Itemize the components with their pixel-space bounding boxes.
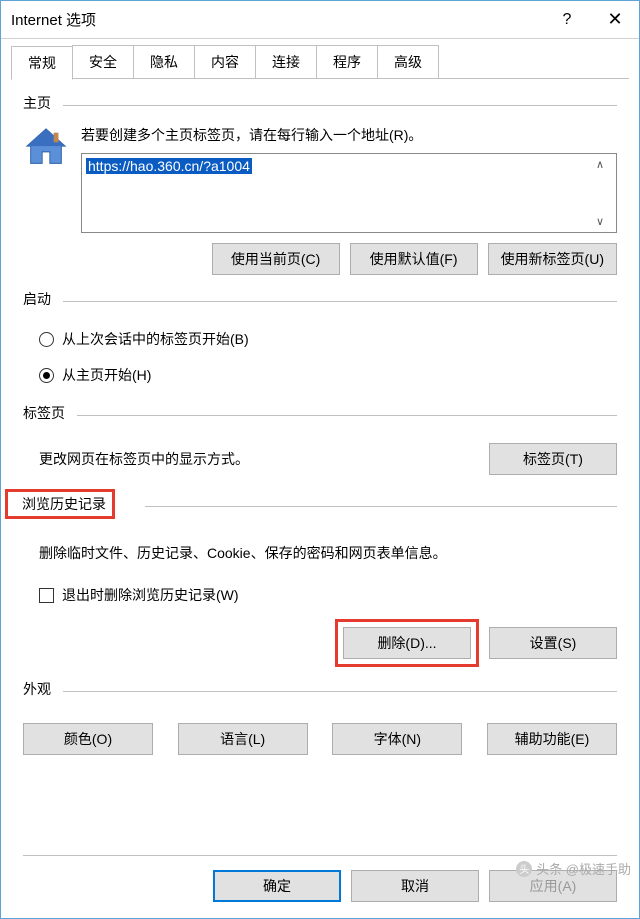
group-appearance: 外观 [23, 679, 617, 703]
delete-button[interactable]: 删除(D)... [343, 627, 471, 659]
group-tabs: 标签页 [23, 403, 617, 427]
home-icon [23, 125, 69, 171]
languages-button[interactable]: 语言(L) [178, 723, 308, 755]
delete-on-exit-checkbox[interactable]: 退出时删除浏览历史记录(W) [23, 585, 617, 605]
watermark-icon: 头 [516, 861, 532, 877]
group-startup: 启动 [23, 289, 617, 313]
tab-advanced[interactable]: 高级 [377, 45, 439, 79]
radio-home-label: 从主页开始(H) [62, 365, 151, 385]
history-hint: 删除临时文件、历史记录、Cookie、保存的密码和网页表单信息。 [39, 543, 617, 563]
radio-icon [39, 368, 54, 383]
watermark-text: 头条 @极速手助 [536, 859, 631, 878]
titlebar: Internet 选项 ? ✕ [1, 1, 639, 39]
use-newtab-button[interactable]: 使用新标签页(U) [488, 243, 617, 275]
tabs-hint: 更改网页在标签页中的显示方式。 [39, 449, 249, 469]
radio-icon [39, 332, 54, 347]
use-current-button[interactable]: 使用当前页(C) [212, 243, 340, 275]
homepage-url-value: https://hao.360.cn/?a1004 [86, 158, 252, 174]
radio-homepage[interactable]: 从主页开始(H) [23, 365, 617, 385]
tab-general[interactable]: 常规 [11, 46, 73, 80]
use-default-button[interactable]: 使用默认值(F) [350, 243, 478, 275]
tab-privacy[interactable]: 隐私 [133, 45, 195, 79]
help-button[interactable]: ? [543, 1, 591, 39]
tab-security[interactable]: 安全 [72, 45, 134, 79]
window-title: Internet 选项 [11, 9, 543, 30]
tabs-button[interactable]: 标签页(T) [489, 443, 617, 475]
checkbox-icon [39, 588, 54, 603]
tab-panel: 主页 若要创建多个主页标签页，请在每行输入一个地址(R)。 https://ha… [1, 79, 639, 855]
homepage-url-input[interactable]: https://hao.360.cn/?a1004 ∧∨ [81, 153, 617, 233]
history-label: 浏览历史记录 [5, 489, 115, 519]
watermark: 头 头条 @极速手助 [516, 859, 631, 878]
tab-content[interactable]: 内容 [194, 45, 256, 79]
close-button[interactable]: ✕ [591, 1, 639, 39]
history-settings-button[interactable]: 设置(S) [489, 627, 617, 659]
ok-button[interactable]: 确定 [213, 870, 341, 902]
tabs-label: 标签页 [23, 403, 65, 423]
tab-strip: 常规 安全 隐私 内容 连接 程序 高级 [1, 39, 639, 79]
radio-last-session[interactable]: 从上次会话中的标签页开始(B) [23, 329, 617, 349]
delete-on-exit-label: 退出时删除浏览历史记录(W) [62, 585, 239, 605]
radio-last-label: 从上次会话中的标签页开始(B) [62, 329, 249, 349]
startup-label: 启动 [23, 289, 51, 309]
cancel-button[interactable]: 取消 [351, 870, 479, 902]
fonts-button[interactable]: 字体(N) [332, 723, 462, 755]
tab-programs[interactable]: 程序 [316, 45, 378, 79]
homepage-hint: 若要创建多个主页标签页，请在每行输入一个地址(R)。 [81, 125, 617, 145]
tab-connections[interactable]: 连接 [255, 45, 317, 79]
accessibility-button[interactable]: 辅助功能(E) [487, 723, 617, 755]
homepage-label: 主页 [23, 93, 51, 113]
colors-button[interactable]: 颜色(O) [23, 723, 153, 755]
group-history: 浏览历史记录 [23, 489, 617, 523]
dialog-window: Internet 选项 ? ✕ 常规 安全 隐私 内容 连接 程序 高级 主页 … [0, 0, 640, 919]
appearance-label: 外观 [23, 679, 51, 699]
group-homepage: 主页 [23, 93, 617, 117]
textarea-scrollbar[interactable]: ∧∨ [596, 158, 614, 228]
